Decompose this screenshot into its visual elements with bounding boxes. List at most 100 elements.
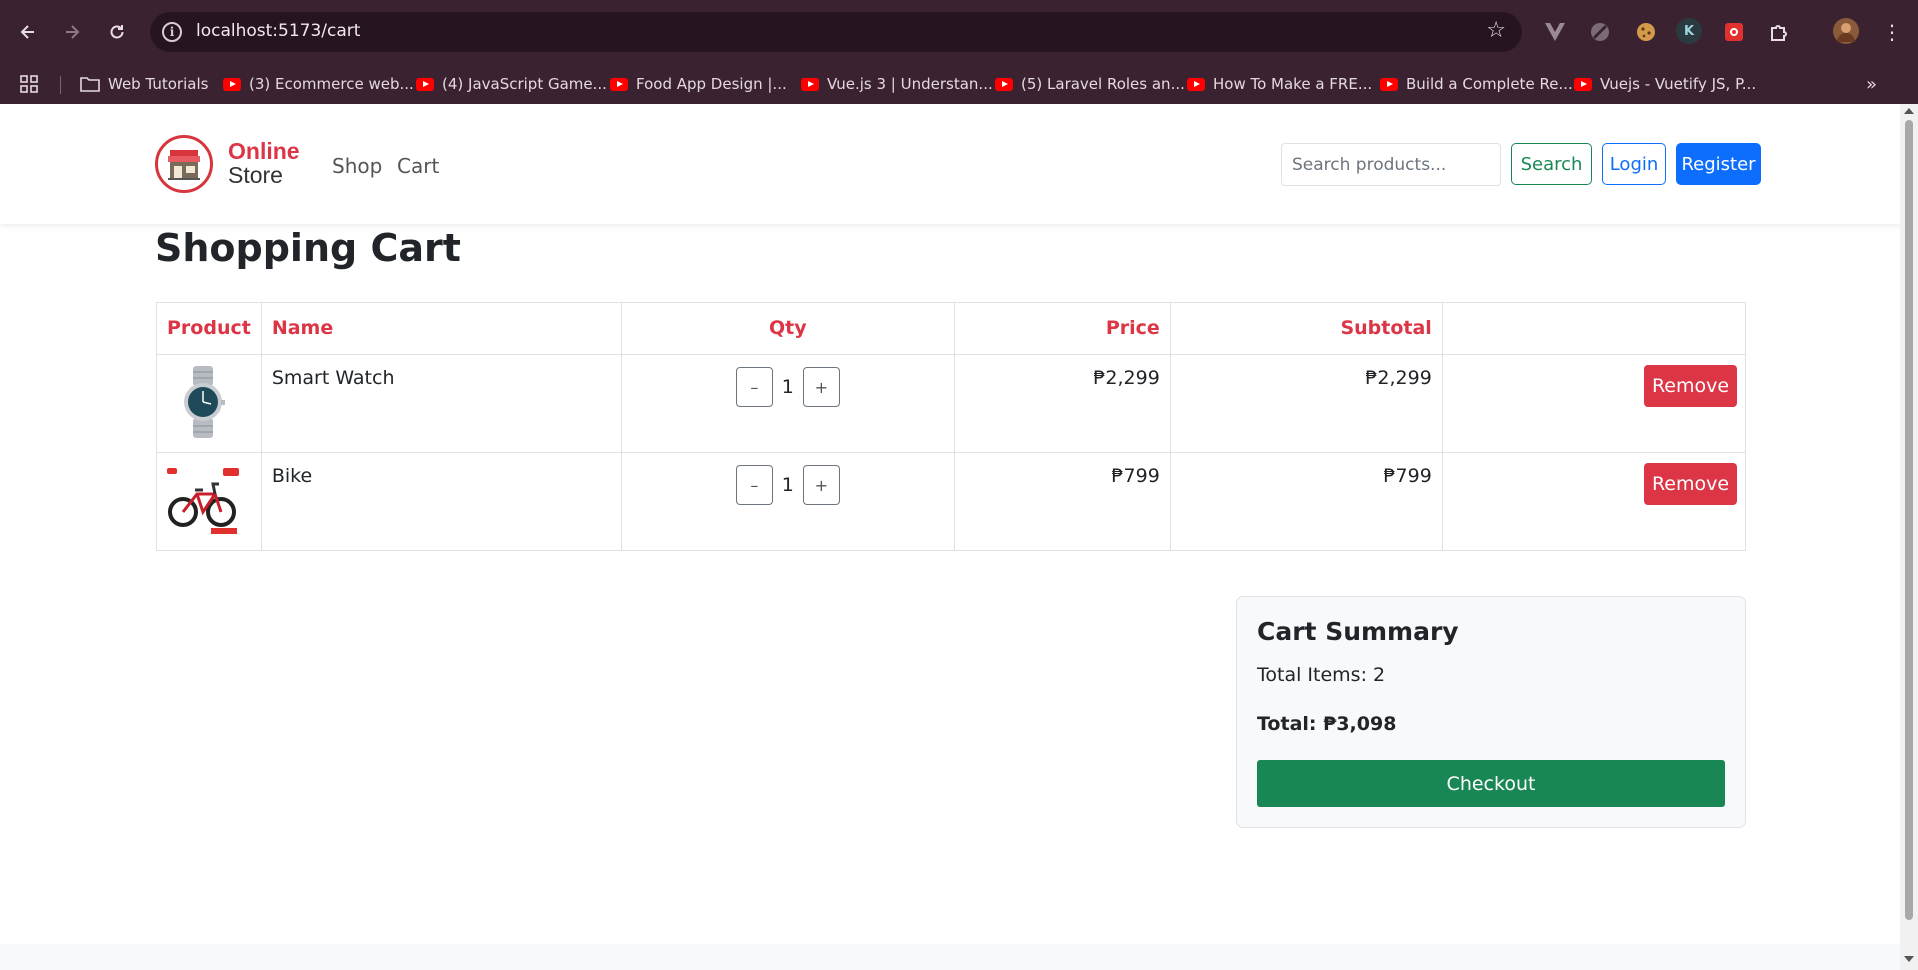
vuejs-devtools-icon[interactable]: [1541, 18, 1569, 46]
cookie-extension-icon[interactable]: [1632, 18, 1660, 46]
youtube-icon: [1380, 77, 1398, 91]
scroll-down-icon[interactable]: [1904, 956, 1914, 962]
table-row: Smart Watch – 1 + ₱2,299 ₱2,299 Remove: [156, 354, 1747, 453]
watch-image: [184, 366, 225, 438]
total-items-text: Total Items: 2: [1257, 664, 1386, 686]
page-title: Shopping Cart: [155, 226, 461, 270]
profile-avatar[interactable]: [1833, 18, 1859, 44]
page-content: Online Store Shop Cart Search Login Regi…: [0, 104, 1900, 970]
bookmark-label: Food App Design |...: [636, 75, 787, 93]
bookmark-label: Build a Complete Re...: [1406, 75, 1573, 93]
actions-cell: Remove: [1441, 452, 1747, 551]
bookmark-label: Web Tutorials: [108, 75, 209, 93]
reload-icon[interactable]: [101, 16, 133, 48]
address-bar[interactable]: i localhost:5173/cart ☆: [150, 12, 1522, 52]
folder-icon: [80, 77, 100, 92]
scrollbar-thumb[interactable]: [1905, 120, 1913, 920]
more-menu-icon[interactable]: ⋮: [1878, 18, 1906, 46]
bookmark-label: (3) Ecommerce web...: [249, 75, 414, 93]
bookmark-build-complete[interactable]: Build a Complete Re...: [1380, 70, 1573, 98]
bike-image: [165, 462, 241, 538]
youtube-icon: [223, 77, 241, 91]
search-button[interactable]: Search: [1511, 143, 1592, 185]
scroll-up-icon[interactable]: [1904, 108, 1914, 114]
nav-link-shop[interactable]: Shop: [332, 154, 382, 178]
product-name: Bike: [260, 452, 622, 551]
bookmark-laravel-roles[interactable]: (5) Laravel Roles an...: [995, 70, 1185, 98]
checkout-button[interactable]: Checkout: [1257, 760, 1725, 807]
bookmark-label: Vue.js 3 | Understan...: [827, 75, 993, 93]
remove-button[interactable]: Remove: [1644, 365, 1737, 407]
increase-qty-button[interactable]: +: [802, 367, 840, 407]
bookmark-ecommerce[interactable]: (3) Ecommerce web...: [223, 70, 414, 98]
product-price: ₱2,299: [953, 354, 1171, 453]
site-info-icon[interactable]: i: [162, 22, 182, 42]
bookmark-star-icon[interactable]: ☆: [1486, 18, 1506, 43]
qty-value: 1: [781, 474, 794, 496]
bookmarks-overflow-icon[interactable]: »: [1866, 70, 1877, 98]
cart-table: Product Name Qty Price Subtotal Smart Wa…: [156, 302, 1747, 551]
k-extension-icon[interactable]: K: [1676, 18, 1702, 44]
bookmark-folder-web-tutorials[interactable]: Web Tutorials: [80, 70, 208, 98]
bookmarks-bar: Web Tutorials (3) Ecommerce web... (4) J…: [0, 64, 1918, 104]
summary-title: Cart Summary: [1257, 617, 1459, 646]
bookmark-vuejs3[interactable]: Vue.js 3 | Understan...: [801, 70, 993, 98]
footer-strip: [0, 944, 1900, 970]
increase-qty-button[interactable]: +: [802, 465, 840, 505]
column-header-name: Name: [260, 302, 622, 355]
address-bar-row: i localhost:5173/cart ☆ K ⋮: [0, 0, 1918, 64]
actions-cell: Remove: [1441, 354, 1747, 453]
product-subtotal: ₱2,299: [1169, 354, 1443, 453]
column-header-price: Price: [953, 302, 1171, 355]
decrease-qty-button[interactable]: –: [735, 465, 773, 505]
product-image-cell: [156, 354, 262, 453]
extension-blocked-icon[interactable]: [1586, 18, 1614, 46]
login-button[interactable]: Login: [1602, 143, 1666, 185]
brand-name-line2[interactable]: Store: [228, 162, 283, 189]
back-icon[interactable]: [12, 16, 44, 48]
bookmark-javascript-game[interactable]: (4) JavaScript Game...: [416, 70, 607, 98]
search-input[interactable]: [1281, 143, 1501, 186]
bookmark-label: (4) JavaScript Game...: [442, 75, 607, 93]
decrease-qty-button[interactable]: –: [735, 367, 773, 407]
qty-cell: – 1 +: [620, 354, 955, 453]
youtube-icon: [1187, 77, 1205, 91]
product-name: Smart Watch: [260, 354, 622, 453]
youtube-icon: [801, 77, 819, 91]
brand-name-line1[interactable]: Online: [228, 138, 300, 165]
bookmark-label: How To Make a FRE...: [1213, 75, 1373, 93]
url-text[interactable]: localhost:5173/cart: [196, 21, 360, 41]
column-header-qty: Qty: [620, 302, 955, 355]
bookmarks-divider: [60, 76, 61, 94]
table-header-row: Product Name Qty Price Subtotal: [156, 302, 1747, 355]
quantity-stepper: – 1 +: [735, 367, 840, 407]
total-amount-text: Total: ₱3,098: [1257, 713, 1397, 735]
apps-grid-icon[interactable]: [20, 70, 38, 98]
product-image-cell: [156, 452, 262, 551]
youtube-icon: [995, 77, 1013, 91]
remove-button[interactable]: Remove: [1644, 463, 1737, 505]
product-subtotal: ₱799: [1169, 452, 1443, 551]
table-row: Bike – 1 + ₱799 ₱799 Remove: [156, 452, 1747, 551]
product-price: ₱799: [953, 452, 1171, 551]
browser-chrome: i localhost:5173/cart ☆ K ⋮ Web Tutorial…: [0, 0, 1918, 104]
qty-cell: – 1 +: [620, 452, 955, 551]
forward-icon[interactable]: [56, 16, 88, 48]
cart-summary-card: Cart Summary Total Items: 2 Total: ₱3,09…: [1236, 596, 1746, 828]
quantity-stepper: – 1 +: [735, 465, 840, 505]
column-header-subtotal: Subtotal: [1169, 302, 1443, 355]
register-button[interactable]: Register: [1676, 143, 1761, 185]
extensions-puzzle-icon[interactable]: [1765, 18, 1793, 46]
store-logo-icon[interactable]: [155, 135, 213, 193]
nav-link-cart[interactable]: Cart: [397, 154, 439, 178]
bookmark-vuejs-vuetify[interactable]: Vuejs - Vuetify JS, P...: [1574, 70, 1756, 98]
bookmark-how-to-make[interactable]: How To Make a FRE...: [1187, 70, 1372, 98]
bookmark-food-app[interactable]: Food App Design |...: [610, 70, 787, 98]
site-navbar: Online Store Shop Cart Search Login Regi…: [0, 104, 1900, 224]
page-scrollbar[interactable]: [1900, 104, 1918, 970]
red-extension-icon[interactable]: [1720, 18, 1748, 46]
column-header-product: Product: [156, 302, 262, 355]
youtube-icon: [610, 77, 628, 91]
column-header-actions: [1441, 302, 1747, 355]
qty-value: 1: [781, 376, 794, 398]
